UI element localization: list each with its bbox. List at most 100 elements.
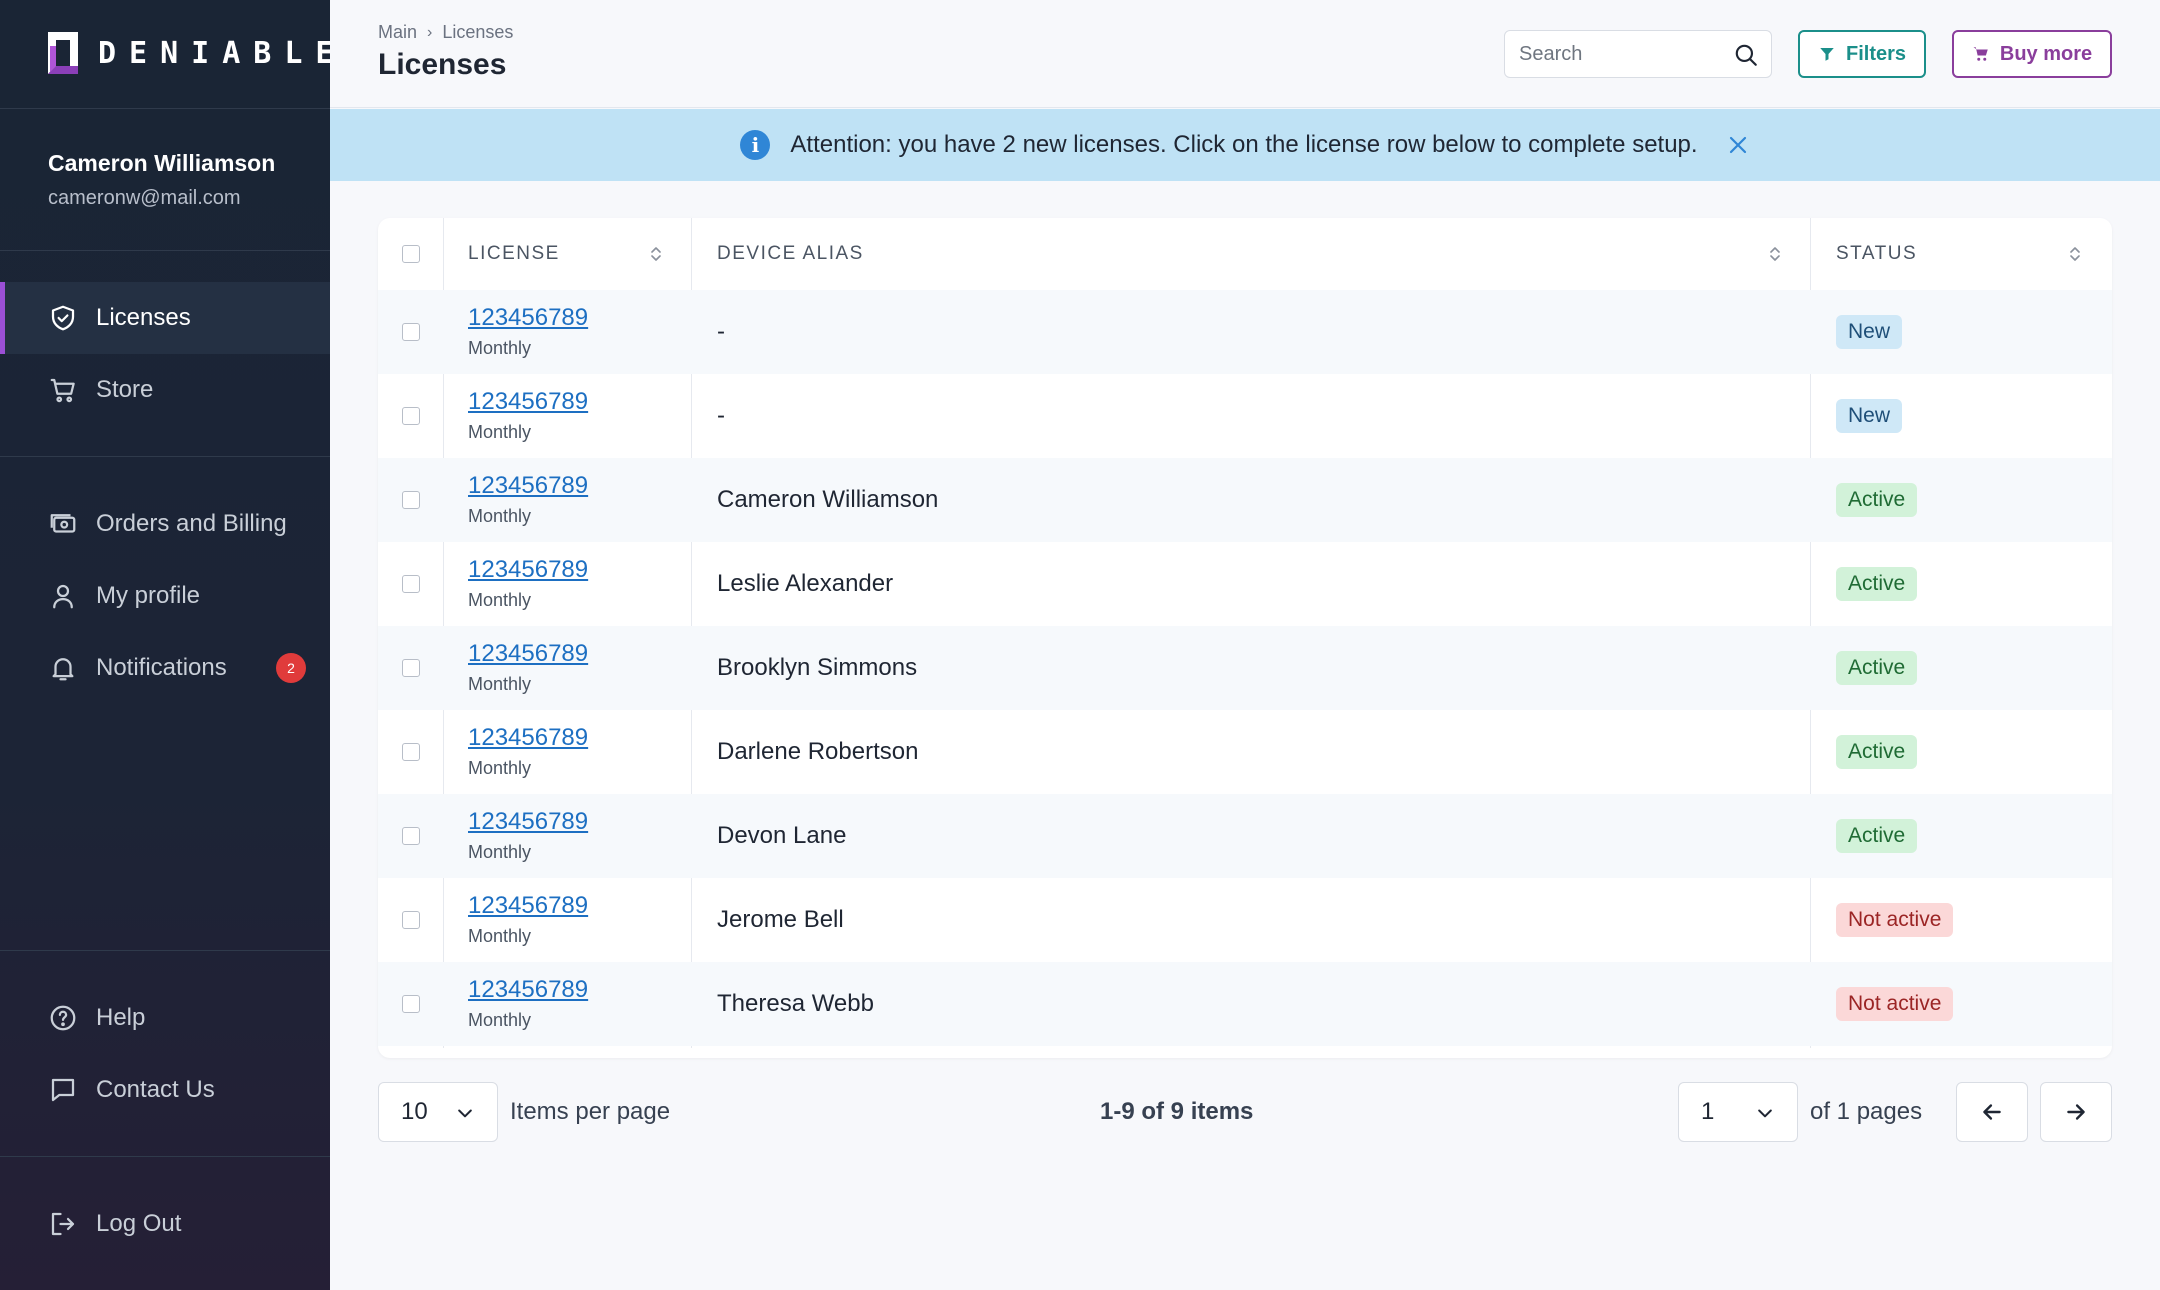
table-header: LICENSE DEVICE ALIAS STATUS [378, 218, 2112, 290]
billing-icon [50, 514, 76, 533]
status-badge: Active [1836, 651, 1918, 685]
select-all-checkbox[interactable] [402, 245, 420, 263]
row-checkbox[interactable] [402, 491, 420, 509]
column-header-device-alias[interactable]: DEVICE ALIAS [717, 218, 864, 290]
nav-store-label: Store [96, 376, 154, 403]
row-checkbox[interactable] [402, 575, 420, 593]
license-number-link[interactable]: 123456789 [468, 556, 588, 584]
next-page-button[interactable] [2040, 1082, 2112, 1142]
row-checkbox[interactable] [402, 827, 420, 845]
search-input[interactable] [1519, 42, 1719, 66]
nav-orders-billing[interactable]: Orders and Billing [0, 488, 330, 560]
nav-contact[interactable]: Contact Us [0, 1054, 330, 1126]
nav-profile[interactable]: My profile [0, 560, 330, 632]
licenses-table: LICENSE DEVICE ALIAS STATUS 123456789 Mon… [378, 218, 2112, 1058]
status-badge: Active [1836, 567, 1918, 601]
license-number-link[interactable]: 123456789 [468, 472, 588, 500]
column-status-label: STATUS [1836, 243, 1918, 264]
status-badge: Active [1836, 819, 1918, 853]
items-per-page-select[interactable]: 10 [378, 1082, 498, 1142]
row-checkbox[interactable] [402, 995, 420, 1013]
search-icon[interactable] [1733, 42, 1759, 68]
license-plan: Monthly [468, 422, 532, 442]
nav-orders-label: Orders and Billing [96, 510, 287, 537]
table-row[interactable]: 123456789 Monthly - New [378, 374, 2112, 458]
license-number-link[interactable]: 123456789 [468, 724, 588, 752]
search-box [1504, 30, 1772, 78]
divider [0, 250, 330, 251]
user-name: Cameron Williamson [48, 150, 276, 176]
status-badge: Active [1836, 483, 1918, 517]
device-alias: Devon Lane [717, 822, 847, 849]
license-number-link[interactable]: 123456789 [468, 892, 588, 920]
breadcrumb-main[interactable]: Main [378, 22, 417, 43]
table-row[interactable]: 123456789 Monthly Leslie Alexander Active [378, 542, 2112, 626]
nav-licenses[interactable]: Licenses [0, 282, 330, 354]
device-alias: Brooklyn Simmons [717, 654, 918, 681]
row-checkbox[interactable] [402, 659, 420, 677]
table-row[interactable]: 123456789 Monthly - New [378, 290, 2112, 374]
license-number-link[interactable]: 123456789 [468, 388, 588, 416]
license-plan: Monthly [468, 674, 532, 694]
status-badge: Not active [1836, 903, 1954, 937]
nav-logout[interactable]: Log Out [0, 1188, 330, 1260]
license-number-link[interactable]: 123456789 [468, 976, 588, 1004]
filters-button[interactable]: Filters [1798, 30, 1926, 78]
nav-notifications-label: Notifications [96, 654, 227, 681]
sort-icon[interactable] [2068, 244, 2082, 264]
nav-profile-label: My profile [96, 582, 201, 609]
device-alias: Darlene Robertson [717, 738, 919, 765]
row-checkbox[interactable] [402, 323, 420, 341]
nav-help-label: Help [96, 1004, 146, 1031]
license-plan: Monthly [468, 338, 532, 358]
chevron-down-icon [1758, 1109, 1772, 1118]
row-checkbox[interactable] [402, 911, 420, 929]
divider [0, 1156, 330, 1157]
page-select[interactable]: 1 [1678, 1082, 1798, 1142]
license-number-link[interactable]: 123456789 [468, 304, 588, 332]
cart-icon [1973, 47, 1988, 61]
items-summary: 1-9 of 9 items [1100, 1098, 1254, 1125]
sort-icon[interactable] [1768, 244, 1782, 264]
logo-icon [48, 32, 78, 74]
table-row[interactable]: 123456789 Monthly Jerome Bell Not active [378, 878, 2112, 962]
license-plan: Monthly [468, 842, 532, 862]
filters-label: Filters [1845, 42, 1907, 65]
column-header-status[interactable]: STATUS [1836, 218, 1917, 290]
sort-icon[interactable] [649, 244, 663, 264]
row-checkbox[interactable] [402, 407, 420, 425]
buy-more-button[interactable]: Buy more [1952, 30, 2112, 78]
breadcrumb: Main › Licenses [378, 22, 513, 43]
license-plan: Monthly [468, 758, 532, 778]
table-row[interactable]: 123456789 Monthly Devon Lane Active [378, 794, 2112, 878]
license-number-link[interactable]: 123456789 [468, 808, 588, 836]
table-row[interactable]: 123456789 Monthly Darlene Robertson Active [378, 710, 2112, 794]
page-select-value: 1 [1701, 1098, 1715, 1125]
table-row[interactable]: 123456789 Monthly Cameron Williamson Active [378, 458, 2112, 542]
items-per-page-value: 10 [401, 1098, 428, 1125]
breadcrumb-current: Licenses [442, 22, 514, 42]
license-plan: Monthly [468, 506, 532, 526]
attention-banner: i Attention: you have 2 new licenses. Cl… [330, 109, 2160, 181]
row-checkbox[interactable] [402, 743, 420, 761]
nav-licenses-label: Licenses [96, 304, 191, 331]
status-badge: New [1836, 399, 1903, 433]
status-badge: New [1836, 315, 1903, 349]
user-icon [53, 584, 73, 609]
license-plan: Monthly [468, 590, 532, 610]
column-header-license[interactable]: LICENSE [468, 218, 560, 290]
nav-help[interactable]: Help [0, 982, 330, 1054]
license-number-link[interactable]: 123456789 [468, 640, 588, 668]
nav-notifications[interactable]: Notifications 2 [0, 632, 330, 704]
device-alias: Cameron Williamson [717, 486, 939, 513]
table-row[interactable]: 123456789 Monthly Theresa Webb Not active [378, 962, 2112, 1046]
notifications-count-badge: 2 [276, 653, 306, 683]
brand-name: DENIABLE [98, 35, 347, 71]
table-row[interactable]: 123456789 Monthly Brooklyn Simmons Active [378, 626, 2112, 710]
brand-logo[interactable]: DENIABLE [48, 32, 347, 74]
previous-page-button[interactable] [1956, 1082, 2028, 1142]
close-icon[interactable] [1726, 133, 1750, 157]
buy-more-label: Buy more [1999, 42, 2093, 65]
license-plan: Monthly [468, 926, 532, 946]
nav-store[interactable]: Store [0, 354, 330, 426]
